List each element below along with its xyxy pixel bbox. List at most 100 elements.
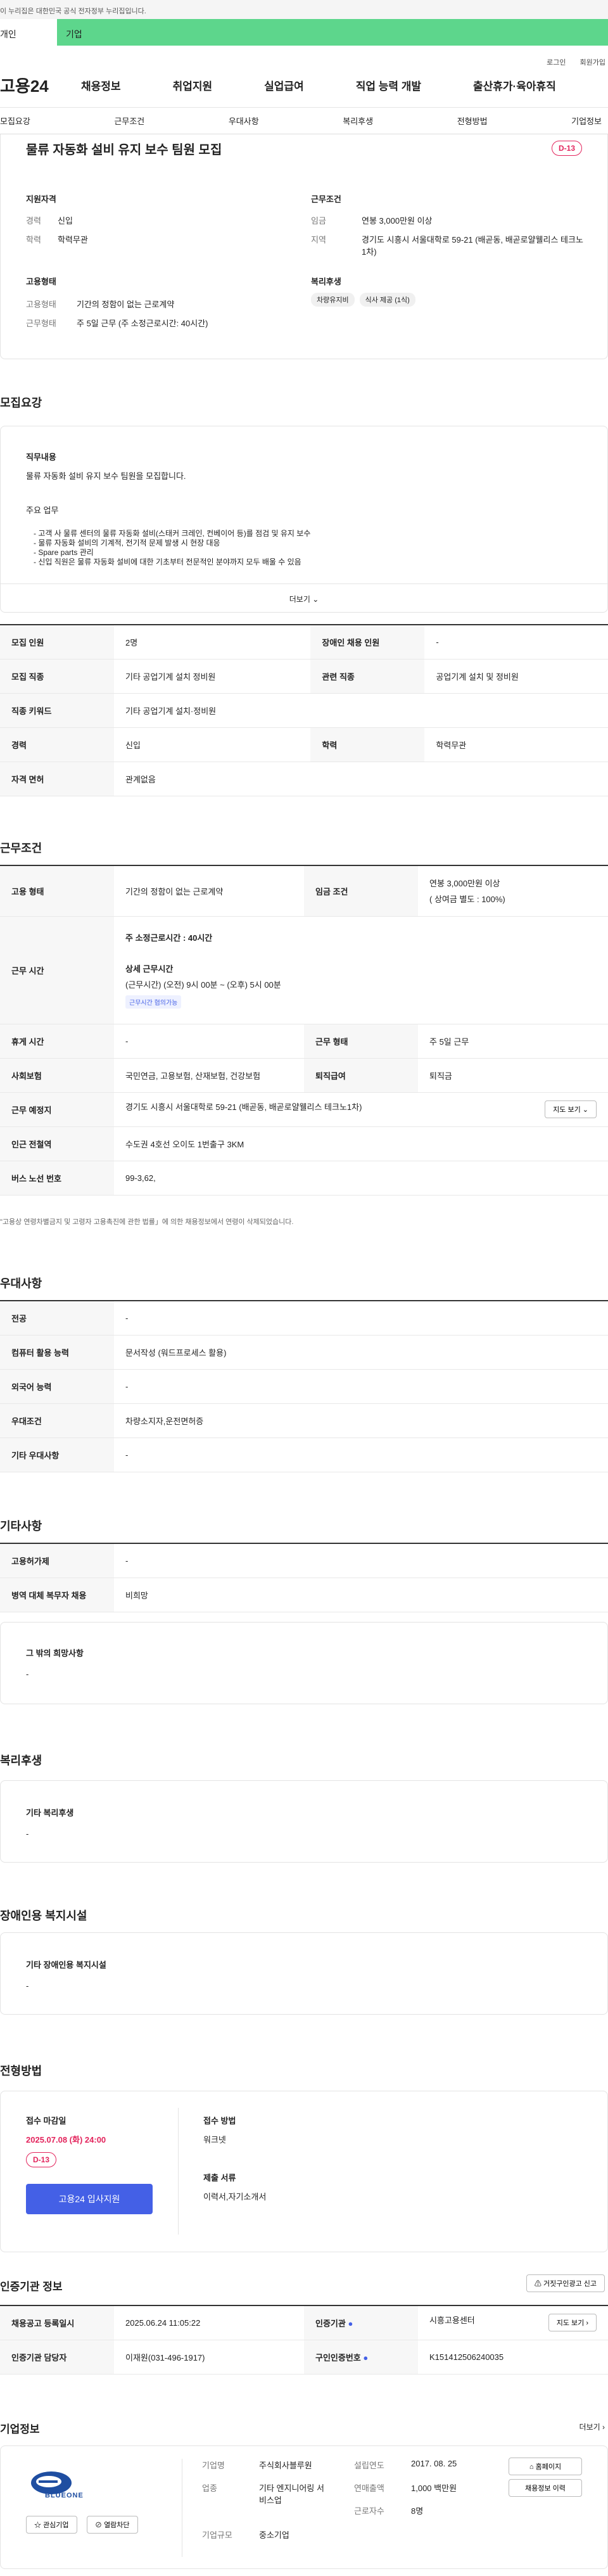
cond-heading: 근무조건 <box>311 194 341 204</box>
cell-key: 관련 직종 <box>310 659 425 694</box>
table-row: 모집 인원 2명 장애인 채용 인원 - <box>0 625 608 660</box>
gnb-leave[interactable]: 출산휴가·육아휴직 <box>473 77 556 93</box>
emp-type-value: 기간의 정함이 없는 근로계약 <box>77 300 175 309</box>
wage-line: ( 상여금 별도 : 100%) <box>429 895 505 905</box>
welfare-value: - <box>26 1829 29 1839</box>
wage-value: 연봉 3,000만원 이상 <box>362 216 433 226</box>
hope-value: - <box>26 1669 29 1679</box>
map-button-label: 지도 보기 <box>553 1106 581 1114</box>
cell-value: 신입 <box>114 727 311 762</box>
cell-key: 고용허가제 <box>0 1543 114 1578</box>
welf-heading: 복리후생 <box>311 277 341 286</box>
subnav-pref[interactable]: 우대사항 <box>229 115 259 127</box>
emp-heading: 고용형태 <box>26 277 56 286</box>
size-value: 중소기업 <box>259 2530 289 2540</box>
divider <box>178 2108 179 2235</box>
wage-key: 임금 <box>311 216 326 226</box>
sales-key: 연매출액 <box>354 2484 384 2493</box>
cell-key: 근무 시간 <box>0 916 114 1024</box>
cell-value: 퇴직금 <box>418 1058 608 1093</box>
duty-list: - 고객 사 물류 센터의 물류 자동화 설비(스태커 크레인, 컨베이어 등)… <box>34 529 310 567</box>
cell-value: 2025.06.24 11:05:22 <box>114 2305 304 2340</box>
cell-key: 인증기관 ● <box>304 2305 418 2340</box>
work-title: 근무조건 <box>0 842 42 855</box>
cell-key: 근무 예정지 <box>0 1092 114 1127</box>
age-note: "고용상 연령차별금지 및 고령자 고용촉진에 관한 법률」에 의한 채용정보에… <box>0 1218 294 1226</box>
table-row: 사회보험 국민연금, 고용보험, 산재보험, 건강보험 퇴직급여 퇴직금 <box>0 1058 608 1093</box>
cert-map-button[interactable]: 지도 보기 › <box>548 2314 597 2332</box>
cell-value: 기타 공업기계 설치·정비원 <box>114 693 608 728</box>
subnav-work[interactable]: 근무조건 <box>114 115 144 127</box>
cell-value: 차량소지자,운전면허증 <box>114 1403 608 1438</box>
welfare-heading: 기타 복리후생 <box>26 1808 74 1818</box>
signup-link[interactable]: 회원가입 <box>580 57 605 67</box>
cell-key: 우대조건 <box>0 1403 114 1438</box>
weekly-hours: 주 소정근로시간 : 40시간 <box>125 931 597 943</box>
cell-value: - <box>114 1369 608 1404</box>
cell-key: 전공 <box>0 1301 114 1336</box>
cell-key: 채용공고 등록일시 <box>0 2305 114 2340</box>
more-label: 더보기 <box>289 595 310 604</box>
pref-table: 전공 - 컴퓨터 활용 능력 문서작성 (워드프로세스 활용) 외국어 능력 - 우대… <box>0 1300 608 1472</box>
info-icon[interactable]: ● <box>348 2319 353 2328</box>
no-key: 구인인증번호 <box>315 2352 361 2362</box>
tab-personal[interactable]: 개인 <box>0 19 57 46</box>
company-more-label: 더보기 <box>579 2423 600 2432</box>
table-row: 자격 면허 관계없음 <box>0 762 608 796</box>
cell-value: - <box>424 625 608 660</box>
table-row: 전공 - <box>0 1301 608 1336</box>
negotiable-badge: 근무시간 협의가능 <box>125 995 182 1009</box>
subnav-welfare[interactable]: 복리후생 <box>343 115 373 127</box>
apply-button[interactable]: 고용24 입사지원 <box>26 2184 153 2214</box>
sales-value: 1,000 백만원 <box>411 2484 457 2493</box>
deadline-heading: 접수 마감일 <box>26 2116 66 2126</box>
cell-value: - <box>114 1438 608 1472</box>
global-nav: 고용24 채용정보 취업지원 실업급여 직업 능력 개발 출산휴가·육아휴직 <box>0 63 608 108</box>
subnav-company[interactable]: 기업정보 <box>571 115 602 127</box>
proc-title: 전형방법 <box>0 2065 42 2077</box>
cell-value: 99-3,62, <box>114 1161 608 1196</box>
logo-text: BLUEONE <box>45 2492 84 2499</box>
welfare-title: 복리후생 <box>0 1754 42 1767</box>
table-row: 인증기관 담당자 이재원(031-496-1917) 구인인증번호 ● K151412… <box>0 2340 608 2375</box>
homepage-button[interactable]: ⌂ 홈페이지 <box>509 2458 582 2475</box>
history-button[interactable]: 채용정보 이력 <box>509 2479 582 2497</box>
user-type-tabs: 개인 기업 <box>0 19 608 46</box>
map-button[interactable]: 지도 보기 ⌄ <box>545 1100 597 1118</box>
cell-value: 공업기계 설치 및 정비원 <box>424 659 608 694</box>
dday-badge: D-13 <box>551 141 582 156</box>
cell-key: 학력 <box>310 727 425 762</box>
subnav-process[interactable]: 전형방법 <box>457 115 488 127</box>
login-link[interactable]: 로그인 <box>547 57 566 67</box>
cell-value: 학력무관 <box>424 727 608 762</box>
info-icon[interactable]: ● <box>363 2353 368 2362</box>
cell-value: 국민연금, 고용보험, 산재보험, 건강보험 <box>114 1058 304 1093</box>
report-button[interactable]: ⚠ 거짓구인광고 신고 <box>526 2274 605 2292</box>
cell-key: 병역 대체 복무자 채용 <box>0 1578 114 1612</box>
cell-key: 휴게 시간 <box>0 1024 114 1059</box>
cell-value: - <box>114 1301 608 1336</box>
fav-company-button[interactable]: ☆ 관심기업 <box>26 2516 77 2534</box>
site-logo[interactable]: 고용24 <box>0 73 70 97</box>
gnb-jobs[interactable]: 채용정보 <box>81 77 121 93</box>
cell-key: 인근 전철역 <box>0 1126 114 1161</box>
cell-value: 관계없음 <box>114 762 608 796</box>
edu-key: 학력 <box>26 235 41 245</box>
etc-table: 고용허가제 - 병역 대체 복무자 채용 비희망 <box>0 1543 608 1612</box>
gnb-training[interactable]: 직업 능력 개발 <box>356 77 421 93</box>
more-button[interactable]: 더보기 ⌄ <box>1 583 607 604</box>
hope-box: 그 밖의 희망사항 - <box>0 1622 608 1704</box>
loc-key: 지역 <box>311 235 326 245</box>
gnb-unemployment[interactable]: 실업급여 <box>264 77 304 93</box>
table-row: 모집 직종 기타 공업기계 설치 정비원 관련 직종 공업기계 설치 및 정비원 <box>0 659 608 694</box>
table-row: 컴퓨터 활용 능력 문서작성 (워드프로세스 활용) <box>0 1335 608 1370</box>
doc-value: 이력서,자기소개서 <box>203 2192 267 2202</box>
subnav-recruit[interactable]: 모집요강 <box>0 115 30 127</box>
tab-company[interactable]: 기업 <box>57 19 608 46</box>
gnb-employment-support[interactable]: 취업지원 <box>173 77 213 93</box>
block-button[interactable]: ⊘ 열람차단 <box>87 2516 138 2534</box>
company-more-link[interactable]: 더보기 › <box>580 2421 605 2432</box>
pref-title: 우대사항 <box>0 1277 42 1290</box>
name-value: 주식회사블루원 <box>259 2461 312 2470</box>
cell-value: - <box>114 1024 304 1059</box>
